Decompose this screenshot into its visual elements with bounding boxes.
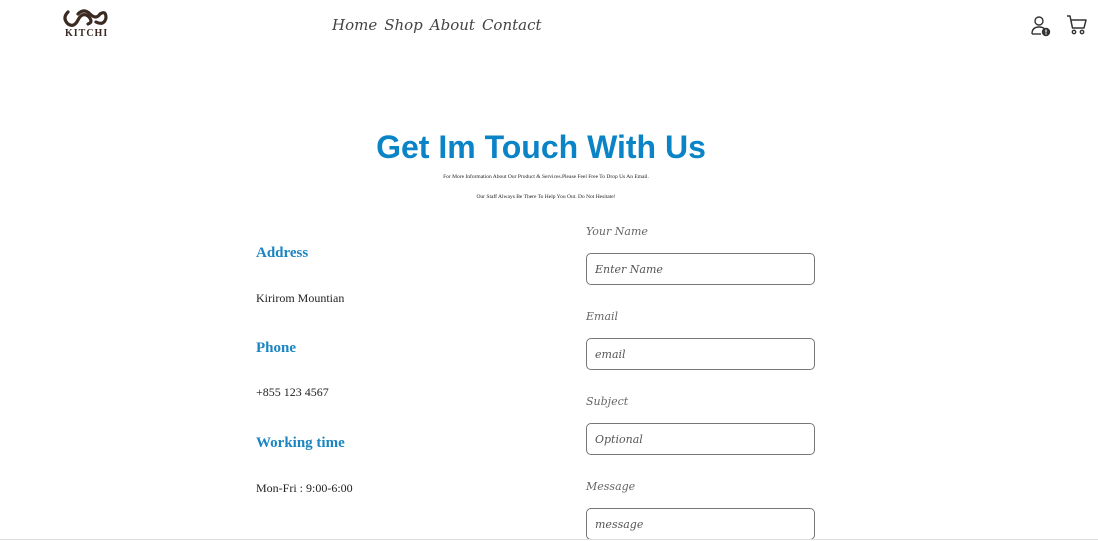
user-icon[interactable] [1031, 15, 1051, 37]
subtitle-line-1: For More Information About Our Product &… [443, 174, 649, 180]
working-time-value: Mon-Fri : 9:00-6:00 [256, 481, 353, 495]
subtitle-line-2: Our Staff Always Be There To Help You Ou… [476, 194, 616, 200]
message-input[interactable] [586, 508, 815, 540]
logo-text: KITCHI [65, 28, 109, 39]
nav-contact[interactable]: Contact [482, 16, 542, 34]
subject-label: Subject [586, 395, 629, 408]
logo-mark-icon [63, 9, 108, 27]
cart-icon[interactable] [1066, 14, 1088, 36]
nav-shop[interactable]: Shop [384, 16, 423, 34]
email-input[interactable] [586, 338, 815, 370]
name-label: Your Name [586, 225, 648, 238]
page-title: Get Im Touch With Us [376, 129, 706, 165]
main-nav: Home Shop About Contact [332, 16, 542, 34]
nav-about[interactable]: About [430, 16, 475, 34]
page-bottom-divider [0, 539, 1098, 540]
working-time-heading: Working time [256, 435, 345, 451]
message-label: Message [586, 480, 636, 493]
phone-heading: Phone [256, 340, 297, 356]
address-heading: Address [256, 245, 309, 261]
brand-logo[interactable]: KITCHI [62, 8, 110, 40]
name-input[interactable] [586, 253, 815, 285]
phone-value: +855 123 4567 [256, 385, 329, 399]
address-value: Kirirom Mountian [256, 291, 345, 305]
subject-input[interactable] [586, 423, 815, 455]
email-label: Email [586, 310, 619, 323]
nav-home[interactable]: Home [332, 16, 377, 34]
